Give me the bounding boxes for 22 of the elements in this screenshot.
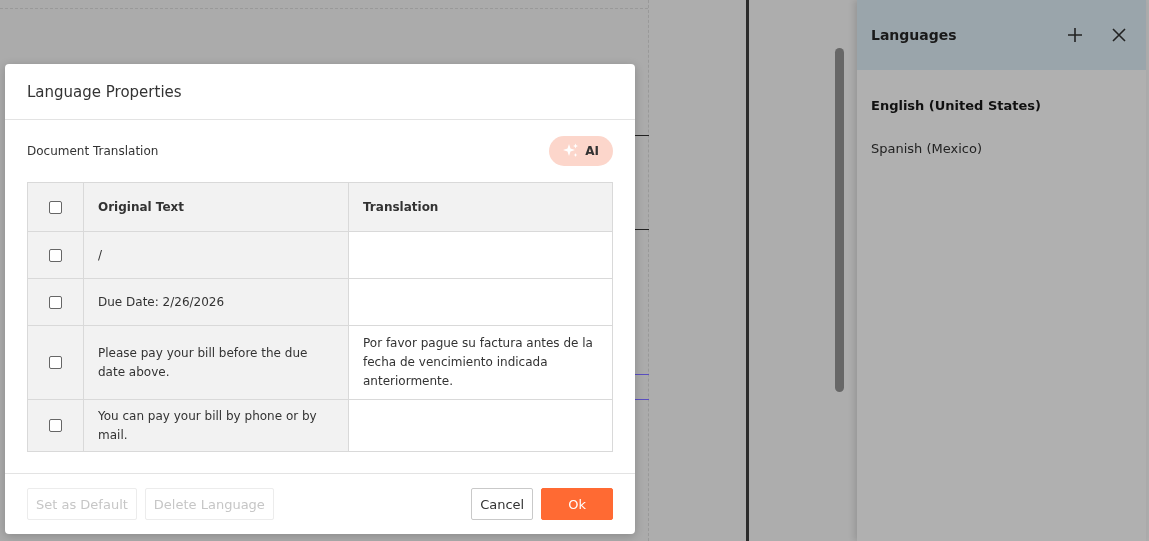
language-item[interactable]: Spanish (Mexico) bbox=[871, 127, 1132, 170]
close-icon bbox=[1112, 28, 1126, 42]
original-text-cell: / bbox=[83, 231, 349, 279]
dialog-title: Language Properties bbox=[27, 82, 182, 101]
sparkle-icon bbox=[563, 143, 580, 159]
checkbox[interactable] bbox=[49, 356, 62, 369]
original-text-cell: Please pay your bill before the due date above. bbox=[83, 325, 349, 400]
plus-icon bbox=[1067, 27, 1083, 43]
original-text-cell: Due Date: 2/26/2026 bbox=[83, 278, 349, 326]
column-header: Translation bbox=[348, 182, 613, 232]
scrollbar[interactable] bbox=[835, 48, 844, 392]
checkbox[interactable] bbox=[49, 419, 62, 432]
translation-cell[interactable]: Por favor pague su factura antes de la fecha de vencimiento indicada anteriormente. bbox=[348, 325, 613, 400]
section-title: Document Translation bbox=[27, 144, 159, 158]
checkbox[interactable] bbox=[49, 200, 62, 214]
panel-title: Languages bbox=[871, 27, 958, 43]
checkbox[interactable] bbox=[49, 295, 62, 309]
cancel-button[interactable]: Cancel bbox=[471, 488, 534, 520]
original-text-cell: You can pay your bill by phone or by mail. bbox=[83, 399, 349, 452]
column-header: Original Text bbox=[83, 182, 349, 232]
checkbox[interactable] bbox=[49, 248, 62, 262]
language-item[interactable]: English (United States) bbox=[871, 84, 1132, 127]
